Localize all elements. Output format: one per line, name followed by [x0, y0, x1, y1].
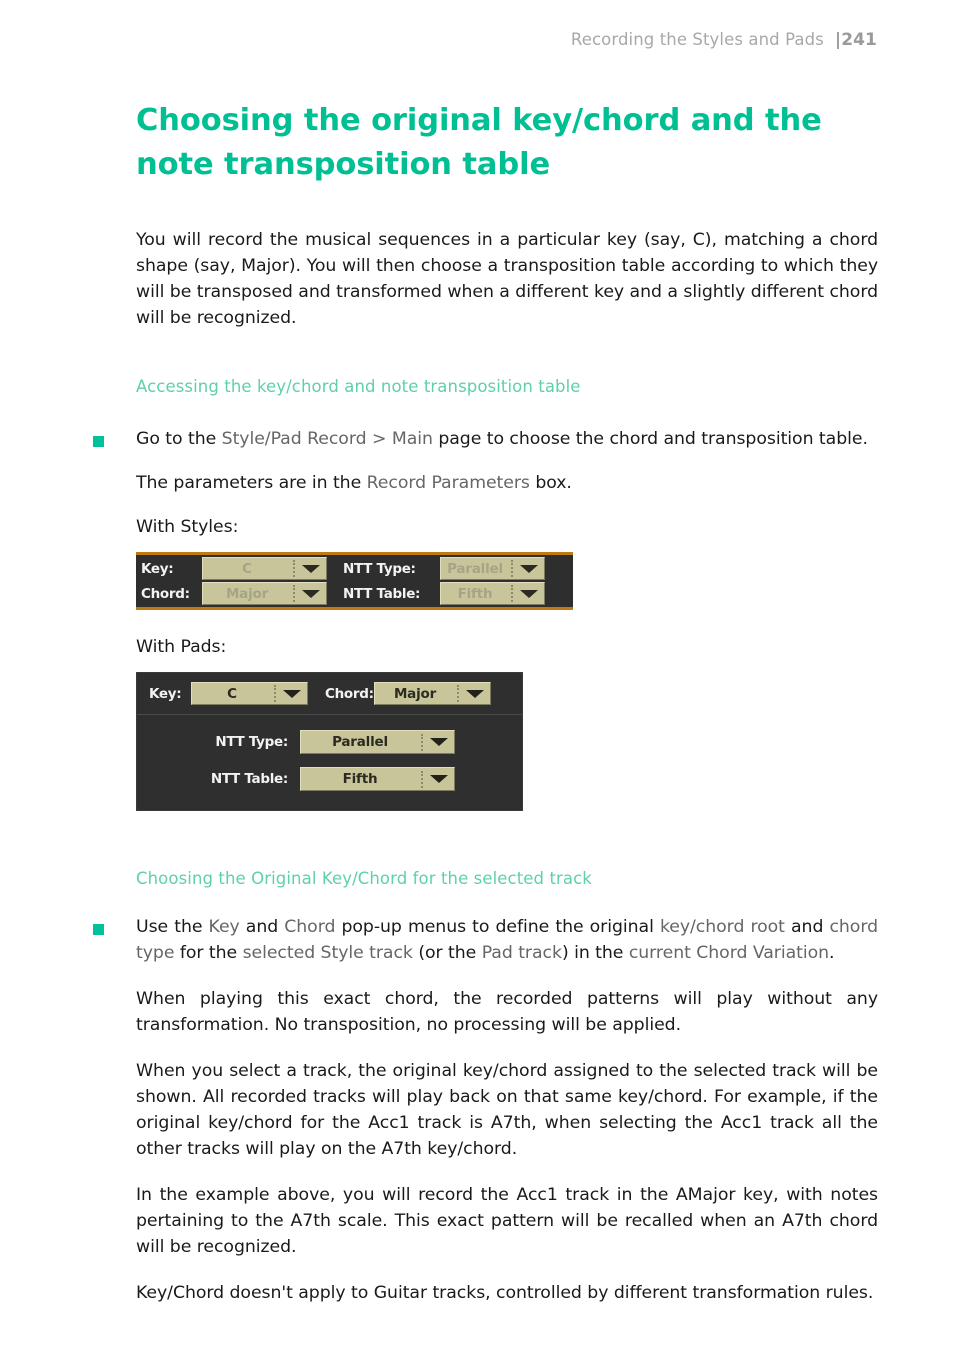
pads-ntt-table-value: Fifth	[342, 771, 378, 787]
styles-chord-label: Chord:	[141, 585, 190, 602]
use-s7: ) in the	[561, 943, 629, 963]
styles-ntt-table-value: Fifth	[457, 585, 493, 602]
styles-row-chord: Chord: Major	[136, 581, 333, 606]
styles-ntt-type-value: Parallel	[447, 560, 503, 577]
paragraph-guitar-tracks: Key/Chord doesn't apply to Guitar tracks…	[136, 1283, 874, 1303]
pads-chord-value: Major	[393, 685, 437, 702]
parameters-pre: The parameters are in the	[136, 473, 367, 493]
goto-pre: Go to the	[136, 429, 222, 449]
paragraph-select-track: When you select a track, the original ke…	[136, 1061, 878, 1159]
pads-chord-dropdown[interactable]: Major	[374, 682, 491, 705]
styles-key-label: Key:	[141, 560, 174, 577]
paragraph-example-above: In the example above, you will record th…	[136, 1185, 878, 1257]
pads-ntt-table-dropdown[interactable]: Fifth	[300, 767, 455, 791]
section-heading-choosing: Choosing the Original Key/Chord for the …	[136, 869, 592, 888]
pads-ntt-type-dropdown[interactable]: Parallel	[300, 730, 455, 754]
record-parameters-styles-panel: Key: C Chord: Major NTT Type: Parallel N…	[136, 552, 573, 610]
pads-key-dropdown[interactable]: C	[191, 682, 308, 705]
styles-chord-dropdown[interactable]: Major	[202, 582, 327, 605]
pads-key-value: C	[227, 685, 237, 702]
styles-ntt-type-dropdown[interactable]: Parallel	[440, 557, 545, 580]
bullet-square-icon	[93, 436, 104, 447]
pads-row-ntt-type: NTT Type: Parallel	[137, 727, 522, 757]
pads-panel-top-row: Key: C Chord: Major	[137, 673, 522, 715]
use-s6: (or the	[412, 943, 482, 963]
pads-chord-label: Chord:	[325, 685, 374, 702]
use-term-pad-track: Pad track	[481, 943, 562, 963]
pads-ntt-type-label: NTT Type:	[215, 734, 288, 750]
styles-row-ntt-type: NTT Type: Parallel	[333, 556, 573, 581]
chevron-down-icon[interactable]	[296, 589, 326, 598]
use-s3: pop-up menus to define the original	[335, 917, 660, 937]
chevron-down-icon[interactable]	[424, 738, 454, 746]
use-s8: .	[829, 943, 835, 963]
chevron-down-icon[interactable]	[514, 564, 544, 573]
pads-row-ntt-table: NTT Table: Fifth	[137, 764, 522, 794]
styles-ntt-table-label: NTT Table:	[343, 585, 421, 602]
pads-ntt-table-separator	[421, 770, 423, 788]
use-s4: and	[784, 917, 830, 937]
styles-ntt-table-dropdown[interactable]: Fifth	[440, 582, 545, 605]
goto-term-style-pad-record: Style/Pad Record	[221, 429, 367, 449]
bullet-item-use-key-chord: Use the Key and Chord pop-up menus to de…	[93, 914, 878, 966]
pads-key-separator	[274, 685, 276, 702]
section-heading-accessing: Accessing the key/chord and note transpo…	[136, 377, 581, 396]
parameters-term-record-parameters: Record Parameters	[366, 473, 530, 493]
styles-row-key: Key: C	[136, 556, 333, 581]
styles-ntt-type-separator	[511, 560, 513, 577]
bullet-square-icon	[93, 924, 104, 935]
with-styles-label: With Styles:	[136, 517, 239, 537]
use-term-key: Key	[208, 917, 240, 937]
chevron-down-icon[interactable]	[424, 775, 454, 783]
parameters-post: box.	[529, 473, 572, 493]
paragraph-exact-chord: When playing this exact chord, the recor…	[136, 989, 878, 1035]
pads-key-label: Key:	[149, 685, 182, 702]
bullet-text-use-key-chord: Use the Key and Chord pop-up menus to de…	[136, 914, 878, 966]
styles-key-dropdown[interactable]: C	[202, 557, 327, 580]
styles-chord-value: Major	[225, 585, 269, 602]
use-term-chord: Chord	[284, 917, 336, 937]
pads-ntt-type-value: Parallel	[332, 734, 388, 750]
use-term-selected-style-track: selected Style track	[242, 943, 413, 963]
bullet-text-goto: Go to the Style/Pad Record > Main page t…	[136, 426, 878, 452]
styles-key-value: C	[242, 560, 252, 577]
chevron-down-icon[interactable]	[460, 689, 490, 698]
pads-ntt-type-separator	[421, 733, 423, 751]
pads-ntt-table-label: NTT Table:	[210, 771, 288, 787]
record-parameters-pads-panel: Key: C Chord: Major NTT Type: Parallel N…	[136, 672, 523, 811]
styles-chord-separator	[293, 585, 295, 602]
use-s5: for the	[174, 943, 243, 963]
intro-paragraph: You will record the musical sequences in…	[136, 230, 878, 328]
styles-panel-right-column: NTT Type: Parallel NTT Table: Fifth	[333, 556, 573, 606]
use-term-current-chord-variation: current Chord Variation	[628, 943, 830, 963]
styles-ntt-type-label: NTT Type:	[343, 560, 416, 577]
styles-row-ntt-table: NTT Table: Fifth	[333, 581, 573, 606]
page-title: Choosing the original key/chord and the …	[136, 103, 822, 182]
styles-panel-left-column: Key: C Chord: Major	[136, 556, 333, 606]
chevron-down-icon[interactable]	[277, 689, 307, 698]
chevron-down-icon[interactable]	[296, 564, 326, 573]
use-term-keychord-root: key/chord root	[659, 917, 785, 937]
goto-term-main: Main	[391, 429, 433, 449]
styles-ntt-table-separator	[511, 585, 513, 602]
bullet-item-goto: Go to the Style/Pad Record > Main page t…	[93, 426, 878, 452]
with-pads-label: With Pads:	[136, 637, 227, 657]
goto-post: page to choose the chord and transpositi…	[432, 429, 868, 449]
styles-key-separator	[293, 560, 295, 577]
use-s2: and	[239, 917, 285, 937]
goto-term-separator: >	[366, 429, 392, 449]
chevron-down-icon[interactable]	[514, 589, 544, 598]
parameters-line: The parameters are in the Record Paramet…	[136, 470, 878, 496]
pads-panel-bottom-rows: NTT Type: Parallel NTT Table: Fifth	[137, 715, 522, 810]
use-s1: Use the	[136, 917, 209, 937]
pads-chord-separator	[457, 685, 459, 702]
content-column: Choosing the original key/chord and the …	[93, 0, 878, 1306]
